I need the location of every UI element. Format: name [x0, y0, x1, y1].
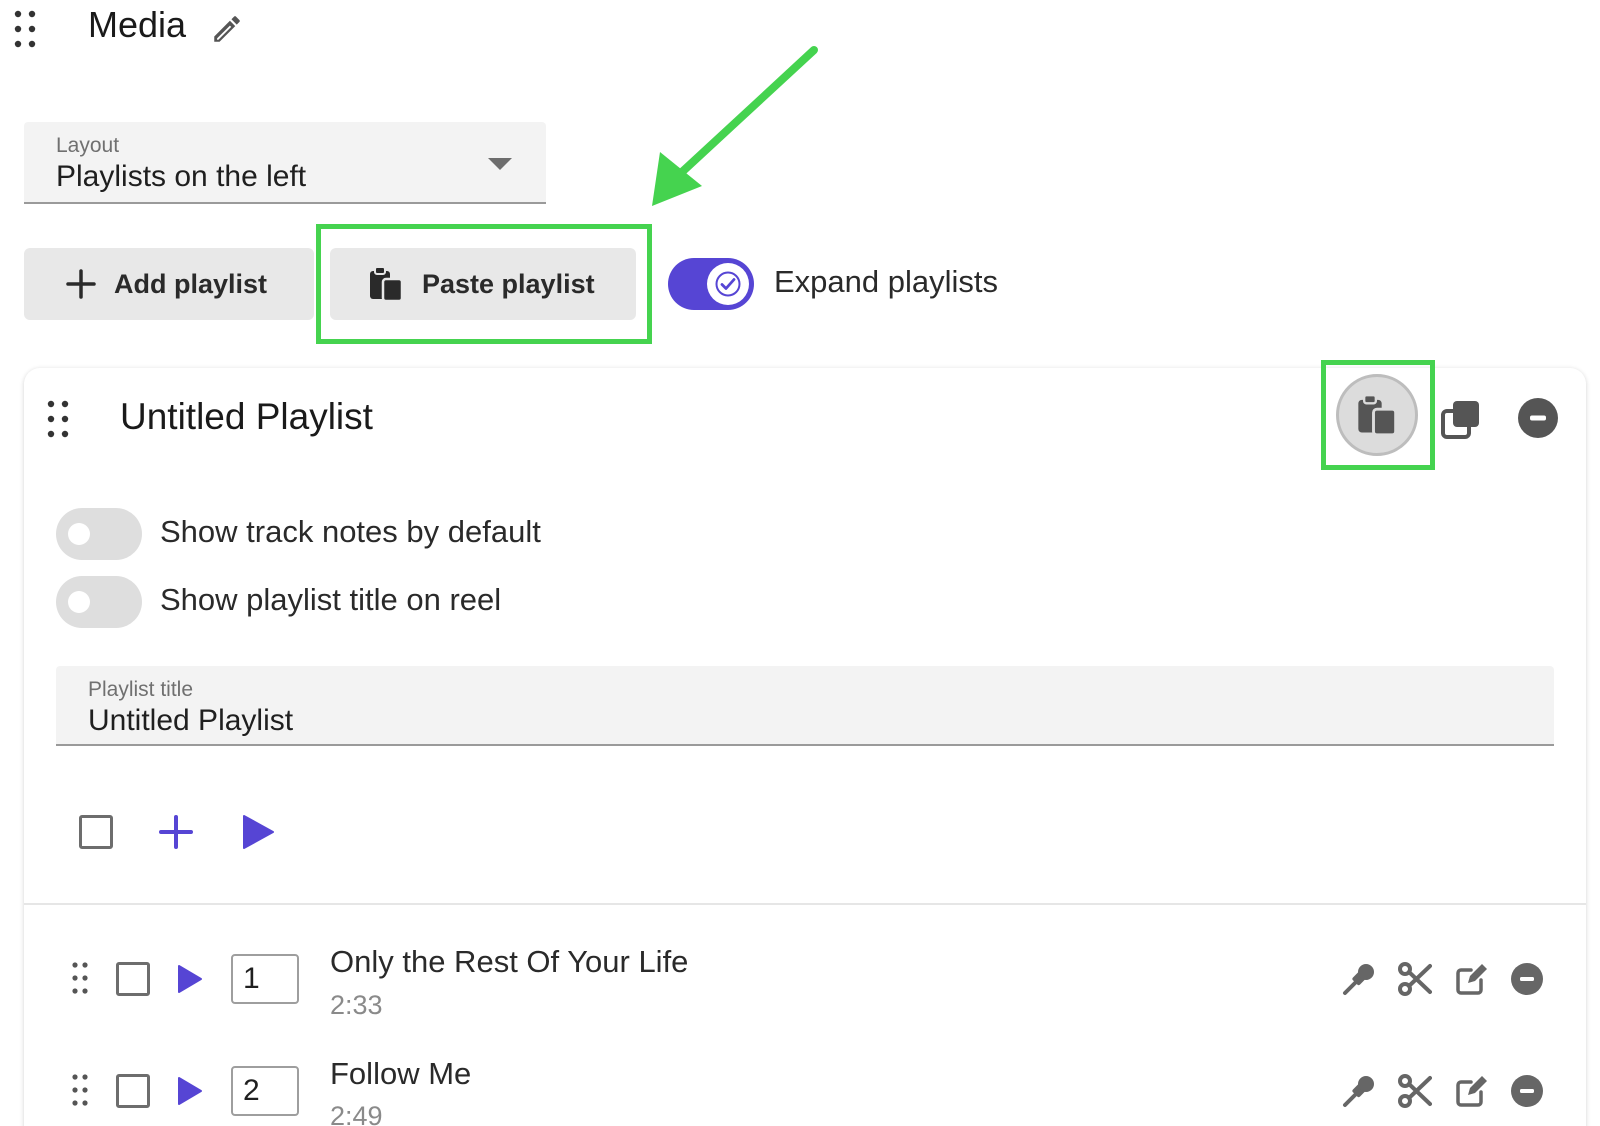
- track-duration: 2:33: [330, 990, 383, 1020]
- show-track-notes-toggle[interactable]: [56, 508, 142, 560]
- track-number-input[interactable]: 1: [231, 954, 299, 1004]
- playlist-drag-handle-icon[interactable]: [47, 400, 69, 438]
- section-title: Media: [88, 4, 187, 45]
- add-playlist-button[interactable]: Add playlist: [24, 248, 314, 320]
- edit-track-icon[interactable]: [1455, 1074, 1489, 1108]
- expand-playlists-label: Expand playlists: [774, 264, 999, 299]
- playlist-title-field-label: Playlist title: [88, 678, 194, 701]
- layout-select-value: Playlists on the left: [56, 160, 307, 193]
- highlight-box-paste-playlist: [316, 224, 652, 344]
- microphone-icon[interactable]: [1342, 1074, 1376, 1108]
- section-drag-handle-icon[interactable]: [14, 10, 36, 48]
- divider: [24, 903, 1586, 905]
- edit-section-title-pencil-icon[interactable]: [210, 12, 244, 46]
- layout-select-label: Layout: [56, 134, 120, 157]
- track-number-input[interactable]: 2: [231, 1066, 299, 1116]
- track-drag-handle-icon[interactable]: [72, 1074, 88, 1106]
- highlight-box-paste-into-playlist: [1321, 360, 1435, 470]
- layout-select[interactable]: Layout Playlists on the left: [24, 122, 546, 204]
- show-track-notes-label: Show track notes by default: [160, 514, 541, 549]
- playlist-title-field[interactable]: Playlist title Untitled Playlist: [56, 666, 1554, 746]
- add-playlist-label: Add playlist: [114, 268, 268, 299]
- track-title: Only the Rest Of Your Life: [330, 944, 689, 979]
- add-track-plus-icon[interactable]: [159, 815, 193, 849]
- dropdown-arrow-icon: [488, 158, 512, 170]
- scissors-icon[interactable]: [1398, 1074, 1432, 1108]
- show-playlist-title-label: Show playlist title on reel: [160, 582, 502, 617]
- play-track-icon[interactable]: [177, 1076, 203, 1106]
- microphone-icon[interactable]: [1342, 962, 1376, 996]
- play-track-icon[interactable]: [177, 964, 203, 994]
- track-checkbox[interactable]: [116, 962, 150, 996]
- track-title: Follow Me: [330, 1056, 472, 1091]
- annotation-arrow: [640, 44, 820, 214]
- remove-track-icon[interactable]: [1510, 962, 1544, 996]
- show-playlist-title-toggle[interactable]: [56, 576, 142, 628]
- expand-playlists-toggle[interactable]: [668, 258, 754, 310]
- playlist-title-field-value: Untitled Playlist: [88, 704, 294, 737]
- edit-track-icon[interactable]: [1455, 962, 1489, 996]
- select-all-checkbox[interactable]: [79, 815, 113, 849]
- track-checkbox[interactable]: [116, 1074, 150, 1108]
- playlist-title: Untitled Playlist: [120, 396, 373, 437]
- scissors-icon[interactable]: [1398, 962, 1432, 996]
- plus-icon: [66, 269, 96, 299]
- checkmark-icon: [707, 263, 749, 305]
- play-all-icon[interactable]: [241, 814, 275, 850]
- remove-track-icon[interactable]: [1510, 1074, 1544, 1108]
- copy-playlist-icon[interactable]: [1440, 398, 1482, 440]
- remove-playlist-icon[interactable]: [1517, 397, 1559, 439]
- track-drag-handle-icon[interactable]: [72, 962, 88, 994]
- track-duration: 2:49: [330, 1101, 383, 1126]
